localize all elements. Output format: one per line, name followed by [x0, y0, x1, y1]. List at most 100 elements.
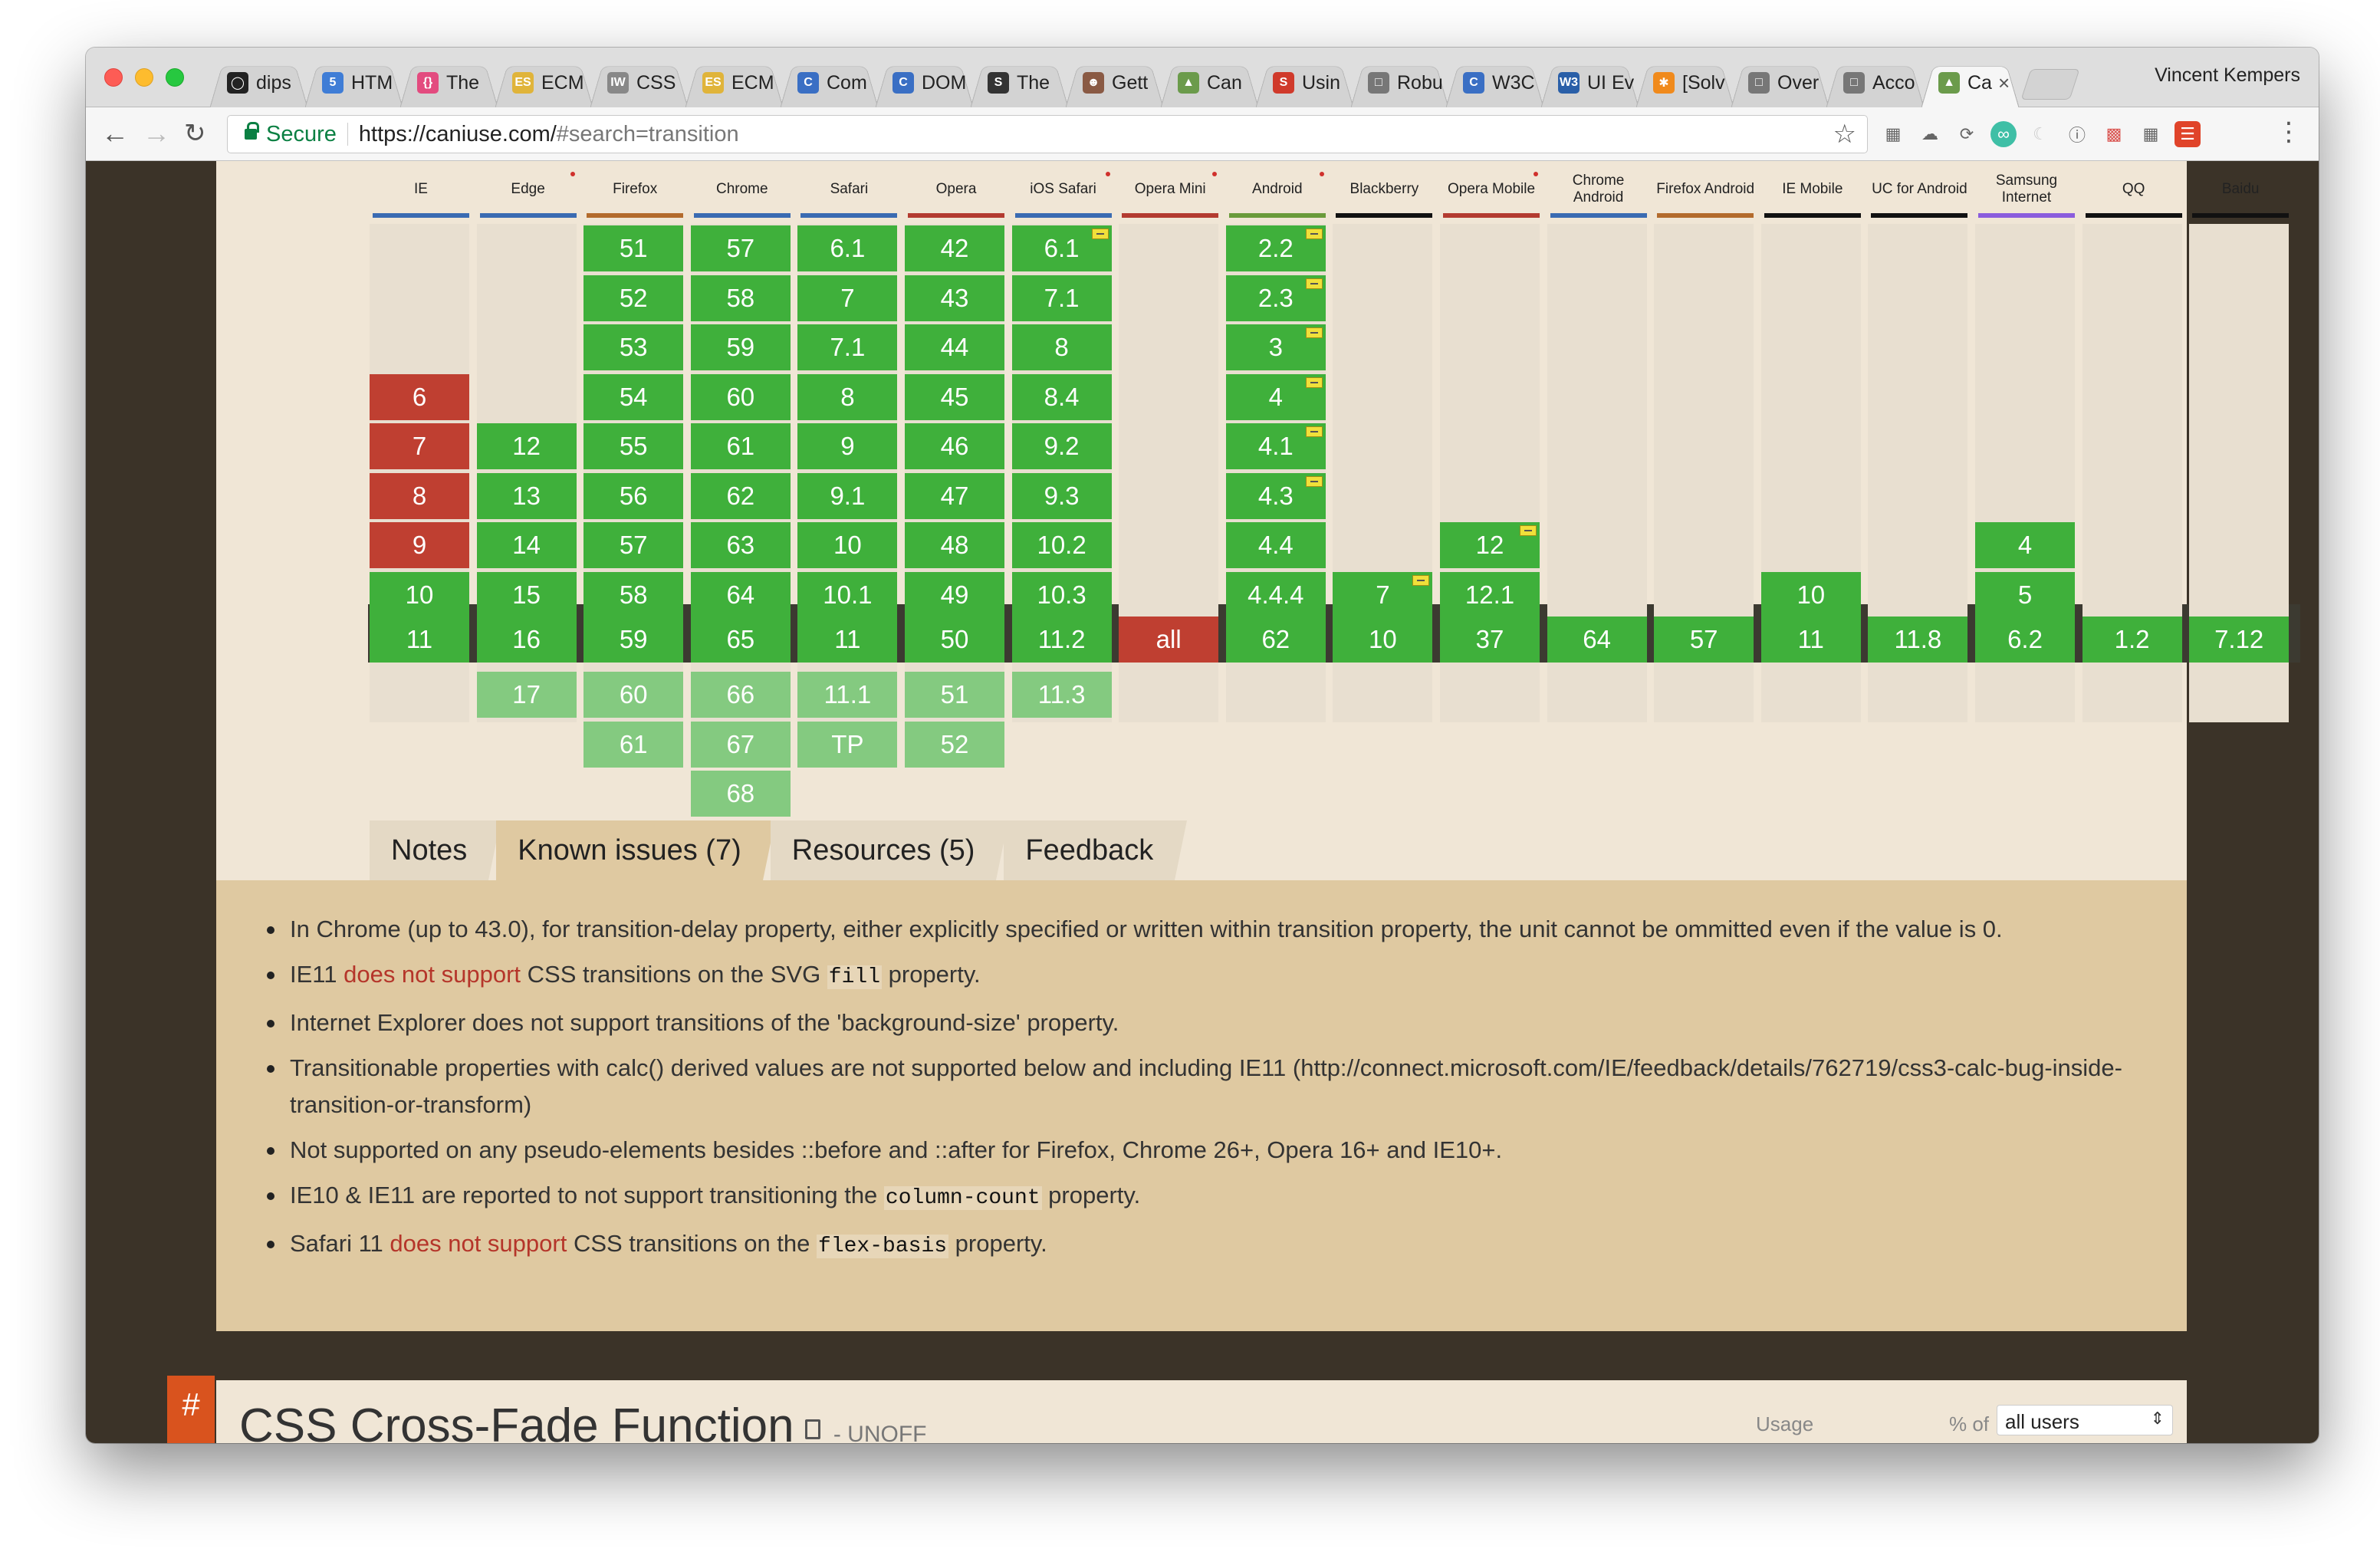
version-cell[interactable]: 61: [583, 721, 684, 768]
version-cell[interactable]: 64: [690, 571, 791, 618]
version-cell[interactable]: 44: [905, 324, 1004, 370]
version-cell[interactable]: 57: [583, 522, 684, 568]
version-cell[interactable]: 60: [690, 373, 791, 420]
browser-header[interactable]: Chrome: [692, 167, 792, 218]
version-cell[interactable]: 64: [1547, 617, 1647, 663]
issue-link[interactable]: does not support: [390, 1230, 567, 1257]
cloud-extension-icon[interactable]: ☁: [1917, 121, 1943, 147]
browser-tab[interactable]: ES ECM: [495, 58, 593, 107]
version-cell[interactable]: 8.4: [1011, 373, 1112, 420]
profile-name[interactable]: Vincent Kempers: [2155, 64, 2300, 87]
version-cell[interactable]: 51: [905, 672, 1004, 718]
teal-extension-icon[interactable]: ∞: [1990, 121, 2017, 147]
version-cell[interactable]: 52: [583, 275, 684, 321]
browser-header[interactable]: Edge: [478, 167, 578, 218]
browser-header[interactable]: IE Mobile: [1763, 167, 1862, 218]
zoom-window-button[interactable]: [166, 68, 184, 87]
browser-tab[interactable]: C DOM: [876, 58, 973, 107]
tab-notes[interactable]: Notes: [370, 820, 501, 880]
new-tab-button[interactable]: [2020, 69, 2080, 100]
browser-header[interactable]: Android: [1228, 167, 1327, 218]
version-cell[interactable]: TP: [797, 721, 898, 768]
back-arrow-icon[interactable]: ←: [101, 117, 129, 150]
version-cell[interactable]: 7.12: [2189, 617, 2290, 663]
browser-tab[interactable]: IW CSS: [590, 58, 688, 107]
browser-header[interactable]: Opera: [906, 167, 1006, 218]
version-cell[interactable]: 10: [1760, 571, 1861, 618]
version-cell[interactable]: 52: [905, 721, 1004, 768]
version-cell[interactable]: 9.2: [1011, 423, 1112, 469]
version-cell[interactable]: 9.1: [797, 472, 898, 519]
version-cell[interactable]: 10.3: [1011, 571, 1112, 618]
browser-header[interactable]: Samsung Internet: [1977, 167, 2076, 218]
version-cell[interactable]: 10: [1333, 617, 1433, 663]
address-bar[interactable]: Secure https://caniuse.com/#search=trans…: [227, 115, 1868, 153]
version-cell[interactable]: 11: [370, 617, 469, 663]
browser-tab[interactable]: ES ECM: [685, 58, 783, 107]
version-cell[interactable]: 58: [690, 275, 791, 321]
info-extension-icon[interactable]: ⓘ: [2064, 121, 2090, 147]
version-cell[interactable]: 7: [370, 423, 469, 469]
version-cell[interactable]: 47: [905, 472, 1004, 519]
browser-tab[interactable]: ▲ Can: [1161, 58, 1258, 107]
version-cell[interactable]: 2.3: [1225, 275, 1326, 321]
todoist-extension-icon[interactable]: ☰: [2175, 121, 2201, 147]
version-cell[interactable]: 9.3: [1011, 472, 1112, 519]
version-cell[interactable]: 43: [905, 275, 1004, 321]
bookmark-star-icon[interactable]: ☆: [1833, 119, 1856, 150]
version-cell[interactable]: 6: [370, 373, 469, 420]
browser-header[interactable]: Chrome Android: [1549, 167, 1649, 218]
forward-arrow-icon[interactable]: →: [143, 117, 170, 150]
version-cell[interactable]: 42: [905, 225, 1004, 271]
version-cell[interactable]: 7: [1333, 571, 1433, 618]
browser-tab[interactable]: S Usin: [1256, 58, 1353, 107]
browser-header[interactable]: Blackberry: [1334, 167, 1434, 218]
version-cell[interactable]: 4.3: [1225, 472, 1326, 519]
version-cell[interactable]: 6.1: [797, 225, 898, 271]
browser-tab[interactable]: W3 UI Ev: [1541, 58, 1639, 107]
version-cell[interactable]: 11.3: [1011, 672, 1112, 718]
version-cell[interactable]: 10: [797, 522, 898, 568]
version-cell[interactable]: 51: [583, 225, 684, 271]
version-cell[interactable]: 67: [690, 721, 791, 768]
tab-known[interactable]: Known issues (7): [496, 820, 776, 880]
version-cell[interactable]: 10: [370, 571, 469, 618]
browser-header[interactable]: UC for Android: [1869, 167, 1969, 218]
version-cell[interactable]: 54: [583, 373, 684, 420]
browser-header[interactable]: Firefox Android: [1655, 167, 1755, 218]
reload-icon[interactable]: ↻: [184, 117, 206, 150]
browser-header[interactable]: Safari: [799, 167, 899, 218]
version-cell[interactable]: 4.4: [1225, 522, 1326, 568]
version-cell[interactable]: 6.1: [1011, 225, 1112, 271]
version-cell[interactable]: 55: [583, 423, 684, 469]
version-cell[interactable]: 45: [905, 373, 1004, 420]
version-cell[interactable]: 65: [690, 617, 791, 663]
browser-tab[interactable]: S The: [971, 58, 1068, 107]
grid-extension-icon[interactable]: ▦: [2138, 121, 2164, 147]
browser-tab[interactable]: □ Over: [1731, 58, 1829, 107]
version-cell[interactable]: 7.1: [1011, 275, 1112, 321]
version-cell[interactable]: 3: [1225, 324, 1326, 370]
version-cell[interactable]: 5: [1975, 571, 2075, 618]
version-cell[interactable]: 15: [476, 571, 577, 618]
version-cell[interactable]: 12: [476, 423, 577, 469]
browser-tab[interactable]: ☻ Gett: [1066, 58, 1163, 107]
version-cell[interactable]: 68: [690, 771, 791, 817]
browser-header[interactable]: IE: [371, 167, 471, 218]
browser-tab[interactable]: ✱ [Solv: [1636, 58, 1734, 107]
browser-tab[interactable]: □ Acco: [1826, 58, 1924, 107]
version-cell[interactable]: 50: [905, 617, 1004, 663]
version-cell[interactable]: 58: [583, 571, 684, 618]
moon-extension-icon[interactable]: ☾: [2027, 121, 2053, 147]
version-cell[interactable]: 8: [1011, 324, 1112, 370]
next-feature-title[interactable]: CSS Cross-Fade Function - UNOFF: [239, 1399, 926, 1443]
version-cell[interactable]: 48: [905, 522, 1004, 568]
version-cell[interactable]: 2.2: [1225, 225, 1326, 271]
version-cell[interactable]: 37: [1440, 617, 1540, 663]
version-cell[interactable]: 53: [583, 324, 684, 370]
browser-header[interactable]: iOS Safari: [1014, 167, 1113, 218]
version-cell[interactable]: 66: [690, 672, 791, 718]
version-cell[interactable]: 9: [370, 522, 469, 568]
close-tab-icon[interactable]: ×: [1998, 71, 2010, 95]
browser-header[interactable]: QQ: [2084, 167, 2184, 218]
